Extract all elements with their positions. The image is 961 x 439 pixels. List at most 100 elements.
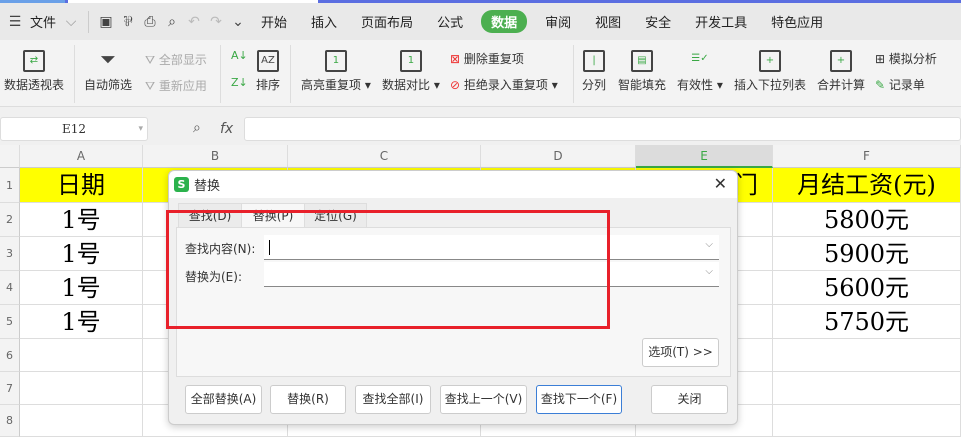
options-button[interactable]: 选项(T) >> — [642, 338, 719, 367]
record-form-button[interactable]: ✎ 记录单 — [875, 76, 925, 93]
customize-icon[interactable]: ⌄ — [227, 14, 249, 30]
smart-fill-icon: ▤ — [631, 50, 653, 72]
data-compare-button[interactable]: 1 数据对比 ▾ — [382, 50, 440, 93]
tab-review[interactable]: 审阅 — [533, 12, 583, 31]
cell-f4[interactable]: 5600元 — [773, 271, 961, 305]
cell-f2[interactable]: 5800元 — [773, 203, 961, 237]
cell-a8[interactable] — [20, 405, 143, 437]
file-menu[interactable]: 文件 — [26, 12, 60, 31]
print-preview-icon[interactable]: ⌕ — [161, 14, 183, 30]
cell-f3[interactable]: 5900元 — [773, 237, 961, 271]
redo-icon[interactable]: ↷ — [205, 14, 227, 30]
row-header-2[interactable]: 2 — [0, 203, 20, 237]
formula-bar: E12 ▾ ⌕ fx — [0, 107, 961, 145]
row-header-1[interactable]: 1 — [0, 168, 20, 203]
sort-descending-icon[interactable]: Z↓ — [231, 76, 248, 89]
replace-all-button[interactable]: 全部替换(A) — [185, 385, 262, 414]
undo-icon[interactable]: ↶ — [183, 14, 205, 30]
row-header-4[interactable]: 4 — [0, 271, 20, 305]
insert-dropdown-icon: + — [759, 50, 781, 72]
cell-a6[interactable] — [20, 339, 143, 372]
tab-home[interactable]: 开始 — [249, 12, 299, 31]
reject-duplicates-button[interactable]: ⊘ 拒绝录入重复项 ▾ — [450, 76, 558, 93]
highlight-duplicates-button[interactable]: 1 高亮重复项 ▾ — [301, 50, 371, 93]
reject-icon: ⊘ — [450, 78, 461, 92]
tab-data[interactable]: 数据 — [481, 10, 528, 33]
find-next-button[interactable]: 查找下一个(F) — [536, 385, 622, 414]
close-button[interactable]: 关闭 — [651, 385, 728, 414]
insert-dropdown-button[interactable]: + 插入下拉列表 — [734, 50, 806, 93]
column-header-e[interactable]: E — [636, 145, 773, 168]
menu-bar: ☰ 文件 ⌵ ▣ ⅌ ⎙ ⌕ ↶ ↷ ⌄ 开始 插入 页面布局 公式 数据 审阅… — [0, 3, 961, 40]
column-header-a[interactable]: A — [20, 145, 143, 168]
validity-icon: ☰✓ — [691, 53, 709, 64]
row-header-5[interactable]: 5 — [0, 305, 20, 339]
split-icon: | — [583, 50, 605, 72]
row-header-7[interactable]: 7 — [0, 372, 20, 405]
row-header-6[interactable]: 6 — [0, 339, 20, 372]
pivot-table-button[interactable]: ⇄ 数据透视表 — [4, 50, 64, 93]
annotation-highlight-box — [166, 210, 610, 329]
remove-duplicates-button[interactable]: ⊠ 删除重复项 — [450, 50, 524, 67]
tab-developer[interactable]: 开发工具 — [683, 12, 759, 31]
find-previous-button[interactable]: 查找上一个(V) — [440, 385, 527, 414]
ribbon: ⇄ 数据透视表 ⏷ 自动筛选 ⛛ 全部显示 ⛛ 重新应用 A↓ Z↓ AZ 排序 1高… — [0, 40, 961, 107]
tab-special[interactable]: 特色应用 — [759, 12, 835, 31]
format-painter-icon[interactable]: ⅌ — [117, 12, 139, 31]
wps-logo-icon: S — [174, 177, 189, 192]
cell-a5[interactable]: 1号 — [20, 305, 143, 339]
cell-f1[interactable]: 月结工资(元) — [773, 168, 961, 203]
tab-insert[interactable]: 插入 — [299, 12, 349, 31]
cell-a3[interactable]: 1号 — [20, 237, 143, 271]
column-header-d[interactable]: D — [481, 145, 636, 168]
name-box[interactable]: E12 ▾ — [0, 117, 148, 141]
smart-fill-button[interactable]: ▤ 智能填充 — [618, 50, 666, 93]
record-icon: ✎ — [875, 78, 886, 92]
tab-page-layout[interactable]: 页面布局 — [349, 12, 425, 31]
what-if-button[interactable]: ⊞ 模拟分析 — [875, 50, 937, 67]
fx-icon[interactable]: fx — [220, 121, 233, 137]
row-header-3[interactable]: 3 — [0, 237, 20, 271]
tab-security[interactable]: 安全 — [633, 12, 683, 31]
zoom-search-icon[interactable]: ⌕ — [193, 120, 201, 136]
select-all-corner[interactable] — [0, 145, 20, 168]
row-header-8[interactable]: 8 — [0, 405, 20, 437]
sort-button[interactable]: AZ 排序 — [256, 50, 280, 93]
column-header-f[interactable]: F — [773, 145, 961, 168]
find-all-button[interactable]: 查找全部(I) — [355, 385, 431, 414]
split-column-button[interactable]: | 分列 — [582, 50, 606, 93]
cell-f8[interactable] — [773, 405, 961, 437]
tab-formula[interactable]: 公式 — [425, 12, 475, 31]
formula-input[interactable] — [244, 117, 961, 141]
chevron-down-icon[interactable]: ⌵ — [705, 239, 713, 250]
cell-a7[interactable] — [20, 372, 143, 405]
reapply-button[interactable]: ⛛ 重新应用 — [145, 77, 207, 94]
replace-button[interactable]: 替换(R) — [270, 385, 346, 414]
sort-icon: AZ — [257, 50, 279, 72]
filter-icon: ⏷ — [100, 47, 116, 71]
tab-view[interactable]: 视图 — [583, 12, 633, 31]
chevron-down-icon[interactable]: ⌵ — [705, 266, 713, 277]
dialog-title: 替换 — [194, 179, 221, 194]
column-header-b[interactable]: B — [143, 145, 288, 168]
column-header-c[interactable]: C — [288, 145, 481, 168]
validity-button[interactable]: ☰✓ 有效性 ▾ — [677, 50, 723, 93]
cell-f5[interactable]: 5750元 — [773, 305, 961, 339]
cell-a4[interactable]: 1号 — [20, 271, 143, 305]
dialog-title-bar: S 替换 — [169, 171, 737, 198]
consolidate-button[interactable]: + 合并计算 — [817, 50, 865, 93]
cell-f6[interactable] — [773, 339, 961, 372]
save-icon[interactable]: ▣ — [95, 14, 117, 30]
cell-a2[interactable]: 1号 — [20, 203, 143, 237]
chevron-down-icon[interactable]: ⌵ — [60, 14, 82, 30]
pivot-icon: ⇄ — [23, 50, 45, 72]
cell-f7[interactable] — [773, 372, 961, 405]
autofilter-button[interactable]: ⏷ 自动筛选 — [84, 47, 132, 93]
close-icon[interactable]: ✕ — [714, 174, 727, 193]
cell-a1[interactable]: 日期 — [20, 168, 143, 203]
what-if-icon: ⊞ — [875, 52, 886, 66]
sort-ascending-icon[interactable]: A↓ — [231, 49, 248, 62]
print-icon[interactable]: ⎙ — [139, 14, 161, 30]
show-all-button[interactable]: ⛛ 全部显示 — [145, 51, 207, 68]
hamburger-icon[interactable]: ☰ — [4, 14, 26, 30]
